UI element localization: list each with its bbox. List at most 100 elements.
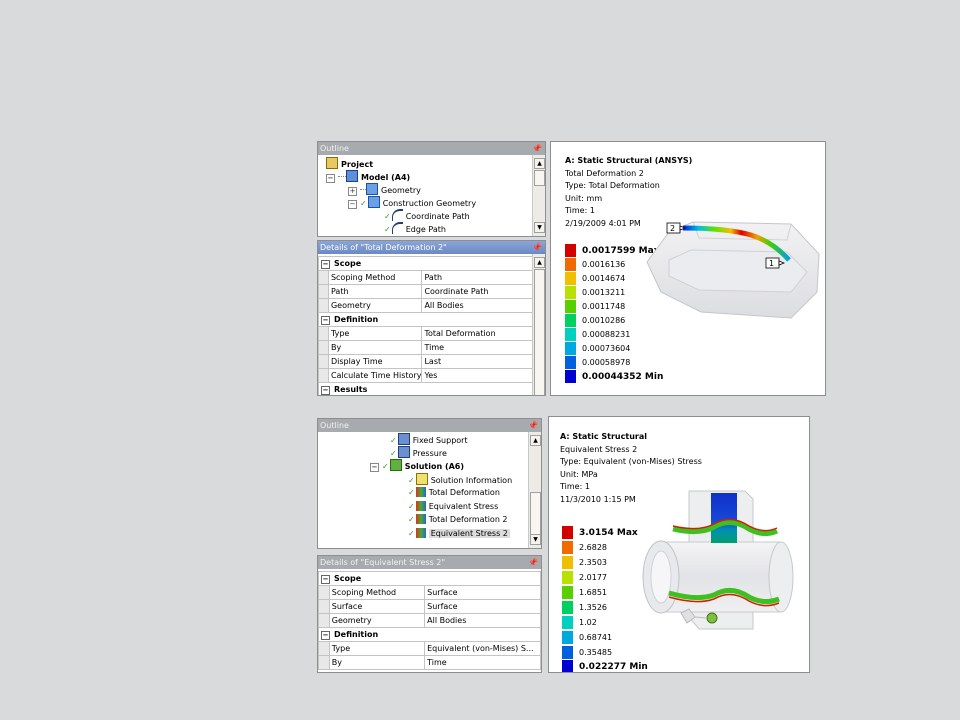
scroll-up-icon[interactable]: ▲ bbox=[534, 257, 545, 268]
tree-item-coordinate-path[interactable]: ✓ Coordinate Path bbox=[384, 209, 470, 222]
pressure-icon bbox=[397, 446, 410, 458]
detail-row[interactable]: Scoping Method Path bbox=[318, 270, 535, 285]
stem-stress bbox=[711, 493, 737, 543]
check-icon: ✓ bbox=[408, 529, 415, 538]
svg-text:2: 2 bbox=[670, 224, 675, 233]
svg-text:1: 1 bbox=[769, 259, 774, 268]
bottom-details-panel: Details of "Equivalent Stress 2" 📌 − Scop… bbox=[317, 555, 542, 673]
detail-row[interactable]: By Time bbox=[318, 340, 535, 355]
pin-icon[interactable]: 📌 bbox=[528, 419, 538, 432]
top-viewport[interactable]: A: Static Structural (ANSYS) Total Defor… bbox=[550, 141, 826, 396]
check-icon: ✓ bbox=[408, 476, 415, 485]
top-details-title: Details of "Total Deformation 2" bbox=[320, 243, 447, 252]
result-icon bbox=[415, 514, 426, 524]
collapse-icon[interactable]: − bbox=[321, 259, 330, 269]
result-icon bbox=[415, 487, 426, 497]
pin-icon[interactable]: 📌 bbox=[532, 241, 542, 254]
check-icon: ✓ bbox=[408, 502, 415, 511]
bottom-details-title: Details of "Equivalent Stress 2" bbox=[320, 558, 446, 567]
tree-item-geometry[interactable]: + Geometry bbox=[348, 183, 421, 196]
check-icon: ✓ bbox=[408, 515, 415, 524]
section-definition[interactable]: − Definition bbox=[318, 627, 541, 642]
construction-geometry-icon bbox=[367, 196, 380, 208]
pin-icon[interactable]: 📌 bbox=[532, 142, 542, 155]
result-icon bbox=[415, 528, 426, 538]
scroll-down-icon[interactable]: ▼ bbox=[530, 534, 541, 545]
tree-item-project[interactable]: Project bbox=[326, 157, 373, 170]
check-icon: ✓ bbox=[360, 199, 367, 208]
section-scope[interactable]: − Scope bbox=[318, 571, 541, 586]
detail-row[interactable]: Type Total Deformation bbox=[318, 326, 535, 341]
check-icon: ✓ bbox=[384, 212, 391, 221]
scroll-up-icon[interactable]: ▲ bbox=[534, 158, 545, 169]
detail-row[interactable]: Display Time Last bbox=[318, 354, 535, 369]
tree-item-edge-path[interactable]: ✓ Edge Path bbox=[384, 222, 446, 235]
bottom-details-titlebar: Details of "Equivalent Stress 2" 📌 bbox=[318, 556, 541, 569]
check-icon: ✓ bbox=[390, 449, 397, 458]
expand-icon[interactable]: + bbox=[348, 187, 357, 196]
info-icon bbox=[415, 473, 428, 485]
bottom-outline-title: Outline bbox=[320, 421, 349, 430]
detail-row[interactable]: Surface Surface bbox=[318, 599, 541, 614]
result-icon bbox=[415, 501, 426, 511]
detail-row[interactable]: By Time bbox=[318, 655, 541, 670]
section-results[interactable]: − Results bbox=[318, 382, 535, 395]
tree-item-solution-information[interactable]: ✓ Solution Information bbox=[408, 473, 512, 486]
pin-icon[interactable]: 📌 bbox=[528, 556, 538, 569]
detail-row[interactable]: Geometry All Bodies bbox=[318, 613, 541, 628]
tree-item-equivalent-stress[interactable]: ✓ Equivalent Stress bbox=[408, 500, 498, 513]
top-outline-scrollbar[interactable]: ▲ ▼ bbox=[532, 155, 545, 236]
scroll-thumb[interactable] bbox=[534, 269, 545, 395]
top-outline-panel: Outline 📌 Project − Model (A4) + Geometry … bbox=[317, 141, 546, 237]
tree-item-fixed-support[interactable]: ✓ Fixed Support bbox=[390, 433, 468, 446]
model-icon bbox=[346, 170, 358, 182]
top-details-scrollbar[interactable]: ▲ bbox=[532, 254, 545, 395]
bottom-details-grid: − Scope Scoping Method Surface Surface Surf… bbox=[318, 571, 541, 670]
collapse-icon[interactable]: − bbox=[321, 385, 330, 395]
path-icon bbox=[391, 222, 403, 234]
collapse-icon[interactable]: − bbox=[326, 174, 335, 183]
check-icon: ✓ bbox=[390, 436, 397, 445]
detail-row[interactable]: Type Equivalent (von-Mises) S... bbox=[318, 641, 541, 656]
scroll-thumb[interactable] bbox=[534, 170, 545, 186]
tree-item-construction-geometry[interactable]: − ✓ Construction Geometry bbox=[348, 196, 476, 209]
scroll-down-icon[interactable]: ▼ bbox=[534, 222, 545, 233]
top-details-grid: − Scope Scoping Method Path Path Coordinate… bbox=[318, 256, 535, 395]
tree-item-model[interactable]: − Model (A4) bbox=[326, 170, 410, 183]
detail-row[interactable]: Geometry All Bodies bbox=[318, 298, 535, 313]
scroll-up-icon[interactable]: ▲ bbox=[530, 435, 541, 446]
bottom-outline-titlebar: Outline 📌 bbox=[318, 419, 541, 432]
check-icon: ✓ bbox=[384, 225, 391, 234]
detail-row[interactable]: Path Coordinate Path bbox=[318, 284, 535, 299]
bottom-viewport[interactable]: A: Static Structural Equivalent Stress 2… bbox=[548, 416, 810, 673]
tree-item-equivalent-stress-2[interactable]: ✓ Equivalent Stress 2 bbox=[408, 527, 510, 540]
housing-body bbox=[646, 221, 820, 319]
collapse-icon[interactable]: − bbox=[321, 574, 330, 584]
fixed-support-icon bbox=[397, 433, 410, 445]
model-render[interactable]: 2 1 bbox=[551, 142, 826, 396]
solution-icon bbox=[389, 459, 402, 471]
tree-item-pressure[interactable]: ✓ Pressure bbox=[390, 446, 447, 459]
model-render[interactable] bbox=[549, 417, 810, 673]
collapse-icon[interactable]: − bbox=[321, 315, 330, 325]
geometry-icon bbox=[366, 183, 378, 195]
top-outline-title: Outline bbox=[320, 144, 349, 153]
tree-item-total-deformation-2[interactable]: ✓ Total Deformation 2 bbox=[408, 513, 508, 526]
detail-row[interactable]: Scoping Method Surface bbox=[318, 585, 541, 600]
check-icon: ✓ bbox=[382, 462, 389, 471]
section-definition[interactable]: − Definition bbox=[318, 312, 535, 327]
detail-row[interactable]: Calculate Time History Yes bbox=[318, 368, 535, 383]
bottom-outline-scrollbar[interactable]: ▲ ▼ bbox=[528, 432, 541, 548]
collapse-icon[interactable]: − bbox=[370, 463, 379, 472]
tree-item-solution[interactable]: − ✓ Solution (A6) bbox=[370, 459, 464, 472]
path-icon bbox=[391, 209, 403, 221]
bottom-outline-panel: Outline 📌 ✓ Fixed Support ✓ Pressure − ✓ Sol… bbox=[317, 418, 542, 549]
project-icon bbox=[326, 157, 338, 169]
collapse-icon[interactable]: − bbox=[321, 630, 330, 640]
collapse-icon[interactable]: − bbox=[348, 200, 357, 209]
check-icon: ✓ bbox=[408, 488, 415, 497]
section-scope[interactable]: − Scope bbox=[318, 256, 535, 271]
top-details-titlebar: Details of "Total Deformation 2" 📌 bbox=[318, 241, 545, 254]
scroll-thumb[interactable] bbox=[530, 492, 541, 536]
tree-item-total-deformation[interactable]: ✓ Total Deformation bbox=[408, 486, 500, 499]
